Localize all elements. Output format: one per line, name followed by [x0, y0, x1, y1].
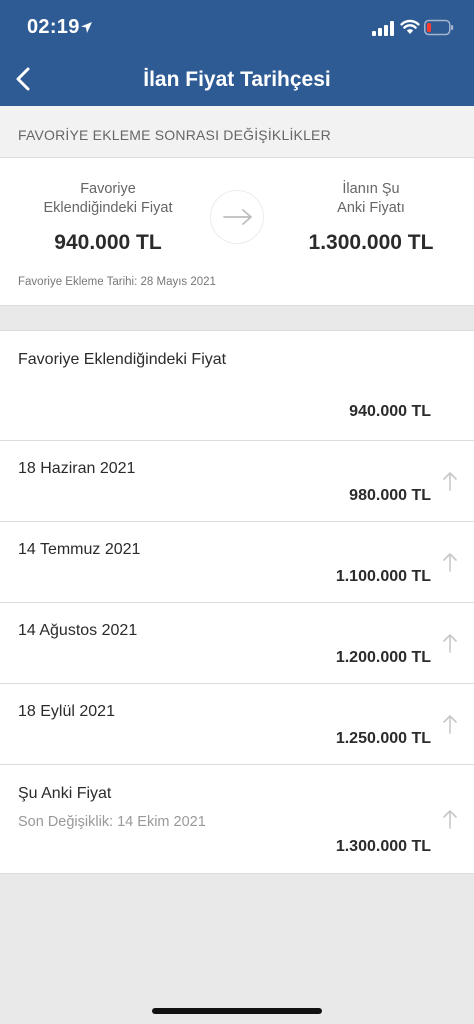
price-history-list: Favoriye Eklendiğindeki Fiyat 940.000 TL…	[0, 330, 474, 874]
history-price-value: 1.300.000 TL	[335, 838, 431, 855]
app-header: 02:19 İlan Fiyat Tarihçesi	[0, 0, 474, 106]
history-date-label: Favoriye Eklendiğindeki Fiyat	[18, 351, 227, 368]
history-date-label: 14 Temmuz 2021	[18, 541, 141, 558]
price-summary-card: Favoriye Eklendiğindeki Fiyat 940.000 TL…	[0, 158, 474, 306]
navigation-bar: İlan Fiyat Tarihçesi	[0, 56, 474, 106]
list-item: Favoriye Eklendiğindeki Fiyat 940.000 TL	[0, 331, 474, 441]
history-price-value: 980.000 TL	[349, 487, 431, 504]
current-price-summary: İlanın Şu Anki Fiyatı 1.300.000 TL	[271, 180, 471, 255]
list-item: 18 Haziran 2021 980.000 TL	[0, 441, 474, 522]
current-price-label: İlanın Şu Anki Fiyatı	[337, 181, 405, 216]
status-time: 02:19	[27, 16, 80, 38]
list-item: 14 Ağustos 2021 1.200.000 TL	[0, 603, 474, 684]
battery-low-icon	[424, 19, 454, 36]
history-price-value: 1.250.000 TL	[335, 730, 431, 747]
list-item: 18 Eylül 2021 1.250.000 TL	[0, 684, 474, 765]
current-price-value: 1.300.000 TL	[308, 231, 434, 254]
location-arrow-icon	[81, 22, 92, 33]
favorite-added-date: Favoriye Ekleme Tarihi: 28 Mayıs 2021	[18, 276, 216, 288]
arrow-right-icon	[210, 190, 264, 244]
arrow-up-icon	[443, 553, 457, 572]
history-date-label: 18 Eylül 2021	[18, 703, 115, 720]
favorite-price-value: 940.000 TL	[54, 231, 162, 254]
page-title: İlan Fiyat Tarihçesi	[143, 68, 331, 91]
section-header: FAVORİYE EKLEME SONRASI DEĞİŞİKLİKLER	[0, 106, 474, 158]
status-bar: 02:19	[0, 0, 474, 56]
arrow-up-icon	[443, 810, 457, 829]
arrow-up-icon	[443, 472, 457, 491]
list-item: Şu Anki Fiyat Son Değişiklik: 14 Ekim 20…	[0, 765, 474, 874]
arrow-up-icon	[443, 634, 457, 653]
history-date-label: Şu Anki Fiyat	[18, 785, 112, 802]
section-header-label: FAVORİYE EKLEME SONRASI DEĞİŞİKLİKLER	[18, 127, 331, 143]
favorite-price-summary: Favoriye Eklendiğindeki Fiyat 940.000 TL	[8, 180, 208, 255]
cellular-signal-icon	[372, 21, 394, 36]
last-change-label: Son Değişiklik: 14 Ekim 2021	[18, 814, 206, 830]
history-price-value: 940.000 TL	[349, 403, 431, 420]
favorite-price-label: Favoriye Eklendiğindeki Fiyat	[43, 181, 173, 216]
wifi-icon	[400, 19, 420, 34]
arrow-up-icon	[443, 715, 457, 734]
history-date-label: 18 Haziran 2021	[18, 460, 136, 477]
history-price-value: 1.200.000 TL	[335, 649, 431, 666]
home-indicator[interactable]	[152, 1008, 322, 1014]
history-price-value: 1.100.000 TL	[335, 568, 431, 585]
list-item: 14 Temmuz 2021 1.100.000 TL	[0, 522, 474, 603]
history-date-label: 14 Ağustos 2021	[18, 622, 138, 639]
